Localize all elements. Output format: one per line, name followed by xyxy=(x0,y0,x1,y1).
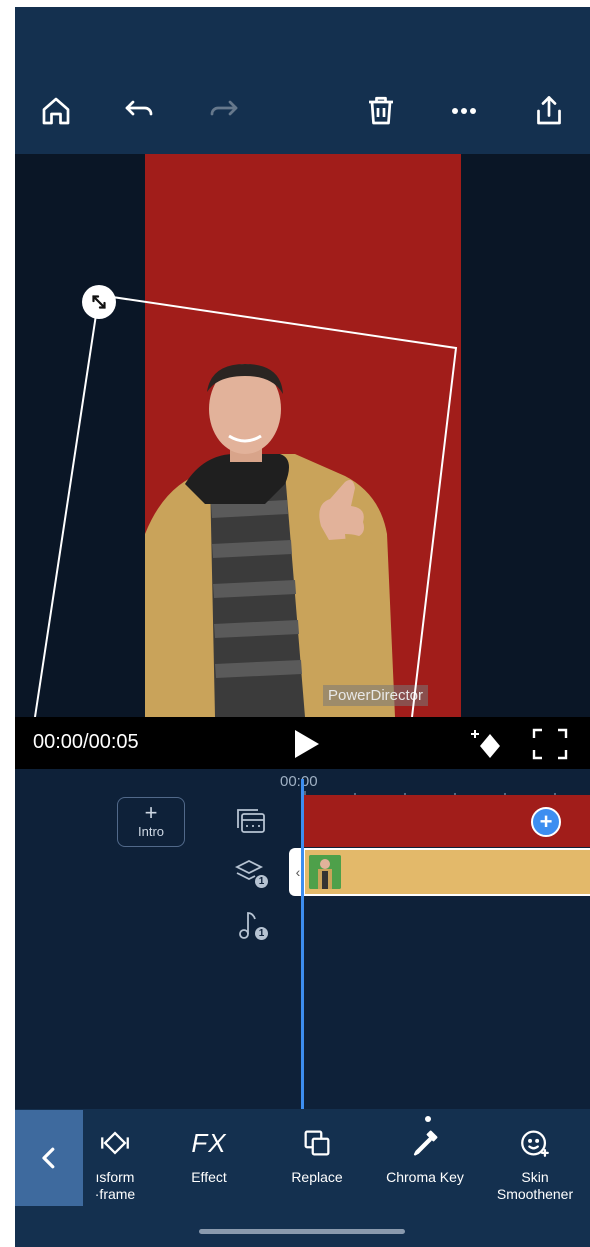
tool-label-2: Smoothener xyxy=(496,1186,574,1202)
more-button[interactable] xyxy=(440,89,488,133)
trash-icon xyxy=(369,96,393,125)
face-icon xyxy=(521,1130,549,1157)
add-intro-button[interactable]: + Intro xyxy=(117,797,185,847)
home-indicator xyxy=(199,1229,405,1234)
home-button[interactable] xyxy=(32,89,80,133)
add-clip-button[interactable]: + xyxy=(531,807,561,837)
share-button[interactable] xyxy=(525,89,573,133)
add-keyframe-button[interactable] xyxy=(470,726,506,762)
video-editor-app: PowerDirector 00:00/00:05 00:00 + Intro xyxy=(15,7,590,1247)
video-track-icon xyxy=(237,809,265,833)
redo-icon xyxy=(210,100,238,116)
back-button[interactable] xyxy=(15,1110,83,1206)
delete-button[interactable] xyxy=(357,89,405,133)
timeline[interactable]: 00:00 + Intro 1 1 + ‹ xyxy=(15,769,590,1109)
undo-button[interactable] xyxy=(115,89,163,133)
undo-icon xyxy=(125,100,153,116)
audio-count-badge: 1 xyxy=(255,927,268,940)
tool-label: Chroma Key xyxy=(386,1169,464,1185)
home-icon xyxy=(42,97,70,125)
video-preview[interactable]: PowerDirector xyxy=(15,154,590,717)
fullscreen-button[interactable] xyxy=(530,726,570,762)
overlay-clip[interactable]: ‹ xyxy=(289,848,590,896)
chevron-left-icon xyxy=(42,1147,55,1169)
tool-chroma-key[interactable]: Chroma Key xyxy=(375,1123,475,1213)
time-ruler-label: 00:00 xyxy=(280,773,318,790)
tool-label: Skin xyxy=(521,1169,549,1185)
new-indicator-dot xyxy=(425,1116,431,1122)
watermark-label: PowerDirector xyxy=(323,685,429,706)
tool-label: Replace xyxy=(291,1169,343,1185)
replace-icon xyxy=(304,1130,330,1156)
top-toolbar xyxy=(15,7,590,154)
resize-arrows-icon xyxy=(92,295,106,309)
plus-icon: + xyxy=(144,800,158,825)
fx-icon: FX xyxy=(191,1127,227,1158)
tool-label: Effect xyxy=(191,1169,227,1185)
overlay-thumbnail xyxy=(309,855,341,889)
intro-label: Intro xyxy=(137,824,164,839)
eyedropper-icon xyxy=(413,1130,438,1156)
tool-transform-keyframe[interactable]: ısform ·frame xyxy=(75,1123,155,1213)
share-icon xyxy=(537,96,561,125)
tool-label-2: ·frame xyxy=(94,1186,136,1202)
rotate-resize-handle[interactable] xyxy=(82,285,116,319)
tool-replace[interactable]: Replace xyxy=(267,1123,367,1213)
bottom-toolbar: ısform ·frame FX Effect Replace Chroma K… xyxy=(15,1109,590,1247)
tool-effect[interactable]: FX Effect xyxy=(159,1123,259,1213)
play-button[interactable] xyxy=(287,726,323,762)
more-icon xyxy=(452,108,476,114)
transform-icon xyxy=(101,1131,129,1155)
overlay-count-badge: 1 xyxy=(255,875,268,888)
person-overlay-image xyxy=(145,364,395,717)
redo-button[interactable] xyxy=(200,89,248,133)
tool-label: ısform xyxy=(95,1169,135,1185)
tool-skin-smoothener[interactable]: Skin Smoothener xyxy=(485,1123,585,1213)
timecode: 00:00/00:05 xyxy=(33,731,139,753)
playhead[interactable] xyxy=(301,779,304,1109)
playback-bar: 00:00/00:05 xyxy=(15,717,590,769)
